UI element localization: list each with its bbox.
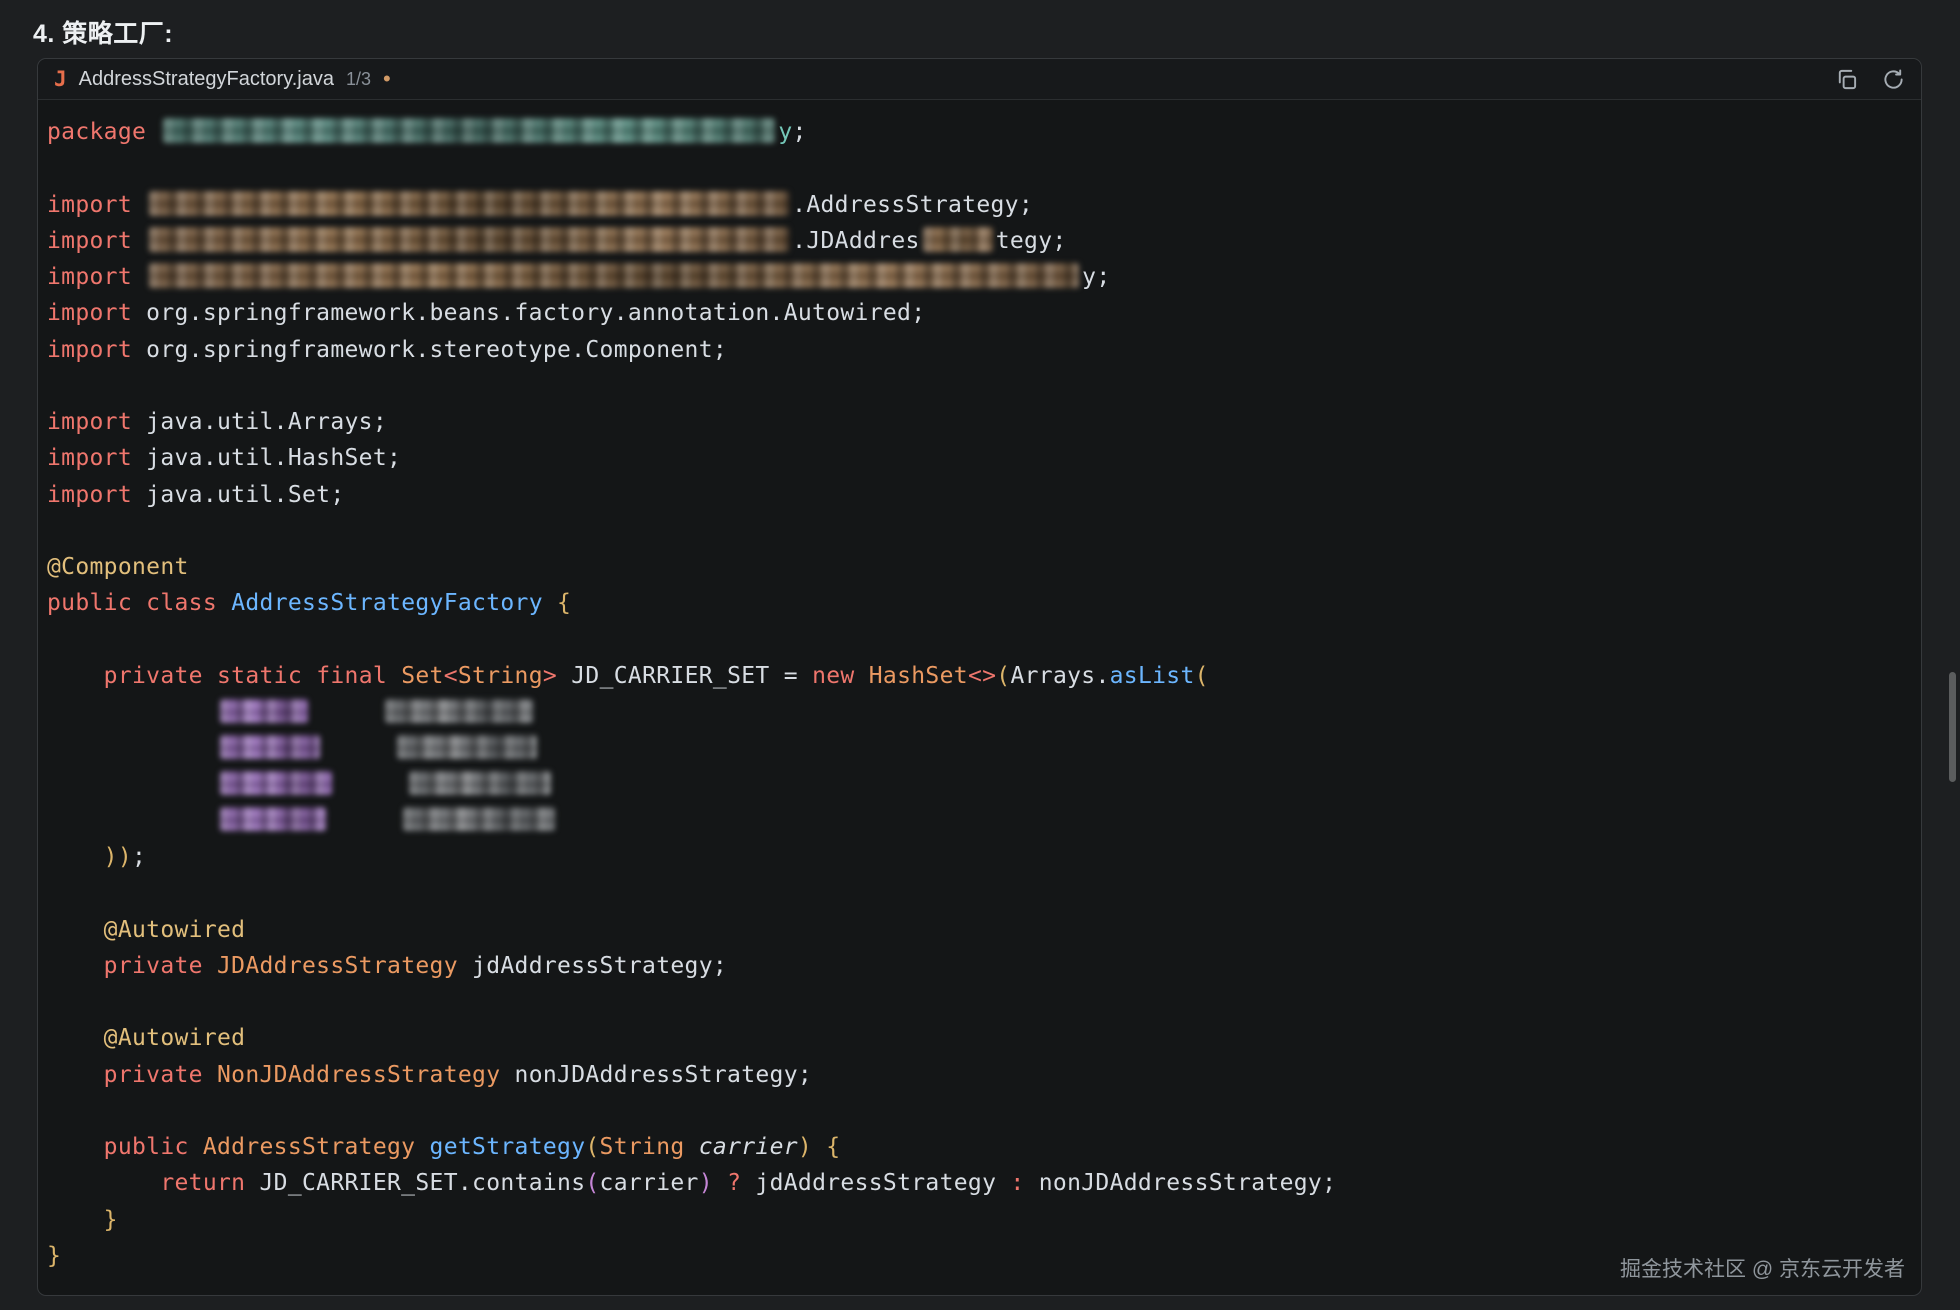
redacted-tan-block [149,227,789,252]
filename: AddressStrategyFactory.java [79,68,334,91]
section-heading: 4. 策略工厂: [33,14,173,50]
scrollbar-thumb[interactable] [1949,672,1956,782]
code-window: J AddressStrategyFactory.java 1/3 • [37,58,1922,1296]
redacted-purple-block [220,735,320,759]
redacted-tan-block [149,191,789,216]
header-actions [1835,68,1905,91]
redacted-gray-block [403,807,555,831]
copy-button[interactable] [1835,68,1858,91]
redacted-gray-block [409,771,551,795]
page-indicator: 1/3 [346,69,371,90]
redacted-purple-block [220,771,332,795]
watermark: 掘金技术社区 @ 京东云开发者 [1620,1253,1905,1283]
reload-icon [1882,79,1905,94]
java-language-icon: J [54,67,67,91]
redacted-teal-block [163,118,775,143]
redacted-purple-block [220,699,308,723]
redacted-gray-block [385,699,533,723]
code-lines: package y; import .AddressStrategy;impor… [38,100,1921,1274]
redacted-gray-block [397,735,537,759]
redacted-tan-block [149,263,1079,288]
redacted-tan-block [923,227,993,252]
copy-icon [1835,79,1858,94]
reload-button[interactable] [1882,68,1905,91]
code-window-header: J AddressStrategyFactory.java 1/3 • [38,59,1921,100]
redacted-purple-block [220,807,326,831]
